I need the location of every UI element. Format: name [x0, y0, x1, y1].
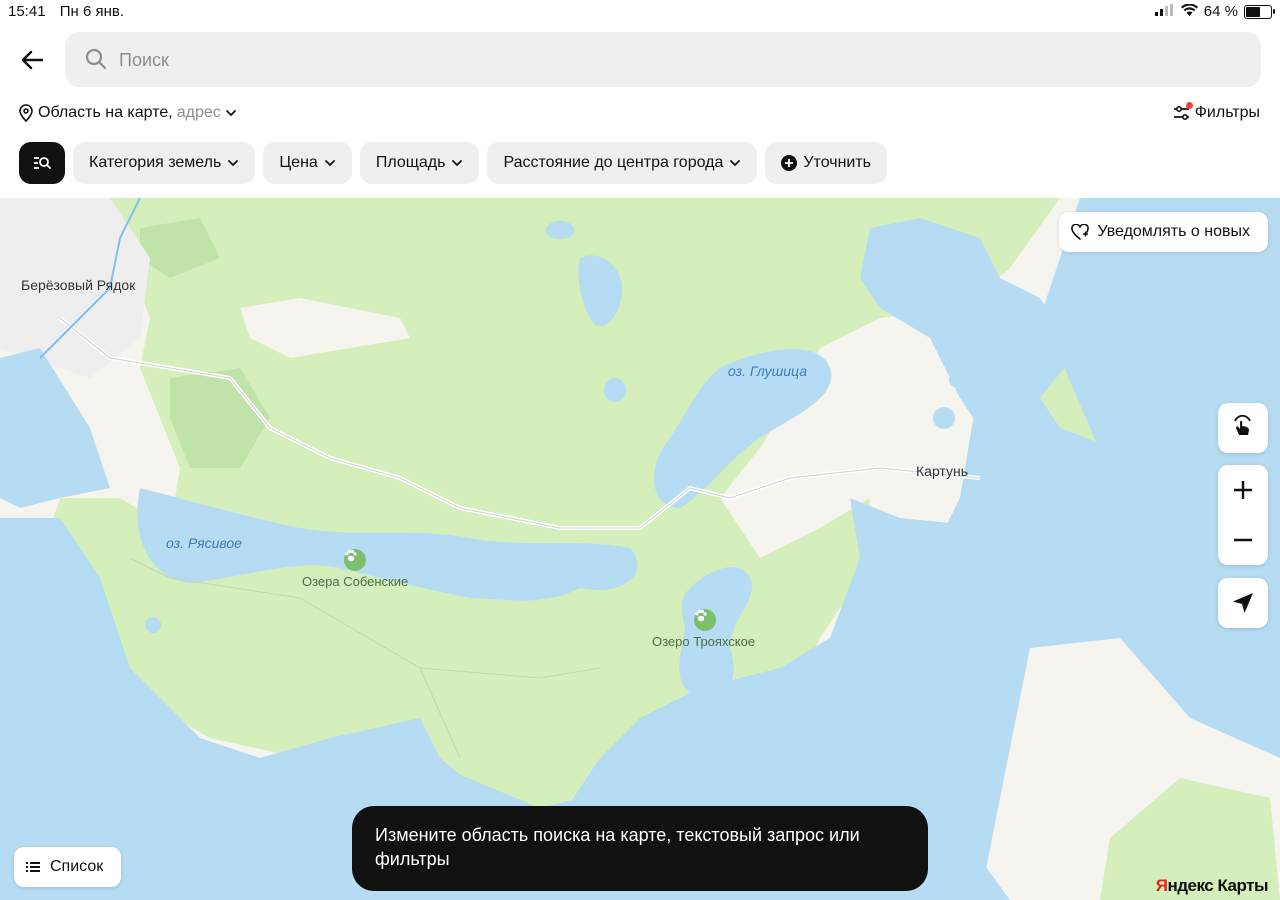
- signal-icon: [1154, 3, 1175, 20]
- chip-distance[interactable]: Расстояние до центра города: [487, 142, 758, 184]
- battery-percent: 64 %: [1203, 3, 1238, 20]
- search-icon: [85, 48, 107, 70]
- chip-label: Категория земель: [89, 154, 222, 171]
- chip-label: Цена: [279, 154, 318, 171]
- yandex-maps-logo: Яндекс Карты: [1155, 876, 1269, 895]
- chevron-down-icon: [225, 110, 236, 117]
- wifi-icon: [1180, 3, 1198, 20]
- chevron-down-icon: [324, 160, 335, 167]
- area-label: Область на карте,: [38, 104, 173, 121]
- map-label-lake[interactable]: оз. Рясивое: [166, 535, 242, 551]
- map[interactable]: Берёзовый Рядок оз. Глушица Картунь оз. …: [0, 198, 1280, 900]
- minus-icon: [1234, 538, 1252, 542]
- search-mode-button[interactable]: [19, 142, 65, 184]
- info-toast: Измените область поиска на карте, тексто…: [352, 806, 928, 891]
- map-label-village[interactable]: Берёзовый Рядок: [21, 277, 135, 293]
- area-sublabel: адрес: [176, 104, 221, 121]
- navigation-arrow-icon: [1233, 593, 1253, 613]
- my-location-button[interactable]: [1218, 578, 1268, 628]
- gesture-mode-button[interactable]: [1218, 403, 1268, 453]
- filter-chips: Категория земель Цена Площадь Расстояние…: [19, 142, 888, 184]
- notify-label: Уведомлять о новых: [1097, 223, 1250, 240]
- chip-label: Расстояние до центра города: [503, 154, 724, 171]
- toast-text: Измените область поиска на карте, тексто…: [375, 825, 860, 869]
- plus-circle-icon: [781, 155, 798, 171]
- area-selector[interactable]: Область на карте, адрес: [18, 104, 237, 122]
- hand-pointer-icon: [1234, 415, 1251, 435]
- map-label-park[interactable]: Озера Собенские: [302, 574, 408, 589]
- map-label-village[interactable]: Картунь: [916, 463, 968, 479]
- heart-plus-icon: [1071, 224, 1090, 240]
- paw-icon[interactable]: [694, 609, 716, 631]
- chip-refine[interactable]: Уточнить: [765, 142, 888, 184]
- chip-price[interactable]: Цена: [263, 142, 352, 184]
- chevron-down-icon: [228, 160, 239, 167]
- map-label-lake[interactable]: оз. Глушица: [728, 363, 807, 379]
- status-time: 15:41: [8, 3, 46, 20]
- list-icon: [26, 862, 40, 872]
- zoom-controls: [1218, 465, 1268, 565]
- location-pin-icon: [19, 104, 33, 122]
- filters-active-dot: [1185, 102, 1193, 109]
- list-view-button[interactable]: Список: [14, 847, 122, 887]
- filters-label: Фильтры: [1194, 104, 1260, 121]
- search-bar[interactable]: [65, 32, 1261, 87]
- plus-icon: [1234, 481, 1252, 499]
- chevron-down-icon: [452, 160, 463, 167]
- chip-area[interactable]: Площадь: [359, 142, 480, 184]
- status-date: Пн 6 янв.: [59, 3, 125, 20]
- list-label: Список: [50, 858, 104, 875]
- paw-icon[interactable]: [344, 549, 366, 571]
- chip-label: Площадь: [375, 154, 446, 171]
- status-bar: 15:41 Пн 6 янв. 64 %: [0, 0, 1280, 24]
- chip-land-category[interactable]: Категория земель: [73, 142, 256, 184]
- zoom-in-button[interactable]: [1218, 465, 1268, 515]
- list-search-icon: [34, 157, 51, 169]
- zoom-out-button[interactable]: [1218, 515, 1268, 565]
- chip-label: Уточнить: [803, 154, 872, 171]
- battery-icon: [1244, 4, 1275, 19]
- notify-button[interactable]: Уведомлять о новых: [1059, 212, 1268, 252]
- filters-button[interactable]: Фильтры: [1173, 102, 1260, 122]
- map-label-park[interactable]: Озеро Трояхское: [652, 634, 755, 649]
- back-button[interactable]: [14, 44, 50, 76]
- arrow-left-icon: [21, 50, 43, 70]
- filters-icon: [1173, 102, 1193, 121]
- battery-fill: [1246, 6, 1261, 17]
- chevron-down-icon: [730, 160, 741, 167]
- search-input[interactable]: [117, 42, 1221, 78]
